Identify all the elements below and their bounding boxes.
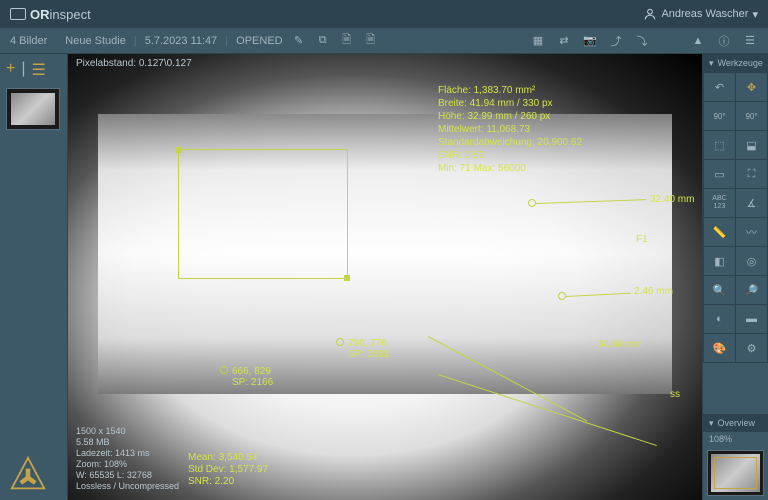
curve-tool[interactable]: 〰	[736, 218, 767, 246]
user-name: Andreas Wascher	[661, 8, 748, 20]
study-name[interactable]: Neue Studie	[65, 35, 126, 47]
add-icon[interactable]: +	[6, 60, 15, 80]
fullscreen-tool[interactable]: ⛶	[736, 160, 767, 188]
measure-point-1[interactable]	[528, 199, 536, 207]
measurement-2[interactable]: 2.46 mm	[634, 286, 673, 297]
overview-header[interactable]: ▾Overview	[703, 414, 768, 432]
user-icon	[643, 7, 657, 21]
edit-icon[interactable]: ✎	[291, 33, 307, 49]
pixel-spacing: Pixelabstand: 0.127\0.127	[76, 58, 192, 69]
rotate-right-tool[interactable]: 90°	[736, 102, 767, 130]
contrast-tool[interactable]: ◐	[704, 305, 735, 333]
doc2-icon[interactable]: 🗎	[363, 33, 379, 49]
move-tool[interactable]: ✥	[736, 73, 767, 101]
probe-2[interactable]: 666, 829SP: 2166	[232, 366, 273, 388]
image-stats: Mean: 3,540.54 Std Dev: 1,577.97 SNR: 2.…	[188, 452, 268, 488]
image-metadata: 1500 x 1540 5.58 MB Ladezeit: 1413 ms Zo…	[76, 426, 179, 492]
right-panel: ▾Werkzeuge ↶ ✥ 90° 90° ⬚ ⬓ ▭ ⛶ ABC123 ∡ …	[702, 54, 768, 500]
import-icon[interactable]: ⤵	[634, 33, 650, 49]
flip-v-tool[interactable]: ⬓	[736, 131, 767, 159]
left-panel: + | ☰	[0, 54, 68, 500]
grid-icon[interactable]: ▦	[530, 33, 546, 49]
flip-h-tool[interactable]: ⬚	[704, 131, 735, 159]
overview-thumbnail[interactable]	[707, 450, 764, 496]
user-menu[interactable]: Andreas Wascher ▾	[643, 7, 758, 21]
doc-icon[interactable]: 🗎	[339, 33, 355, 49]
export-icon[interactable]: ⤴	[608, 33, 624, 49]
roi-handle-tl[interactable]	[176, 147, 182, 153]
up-icon[interactable]: ▲	[690, 33, 706, 49]
label-f1[interactable]: F1	[636, 234, 648, 245]
overview-viewport[interactable]	[714, 457, 757, 489]
probe-point-1[interactable]	[336, 338, 344, 346]
camera-icon[interactable]: 📷	[582, 33, 598, 49]
copy-icon[interactable]: ⧉	[315, 33, 331, 49]
zoom-level: 108%	[703, 432, 768, 446]
info-icon[interactable]: ⓘ	[716, 33, 732, 49]
angle-tool[interactable]: ∡	[736, 189, 767, 217]
chevron-down-icon: ▾	[752, 8, 758, 21]
zoom-in-tool[interactable]: 🔍	[704, 276, 735, 304]
study-status: OPENED	[236, 35, 282, 47]
target-tool[interactable]: ◎	[736, 247, 767, 275]
roi-tool[interactable]: ▭	[704, 160, 735, 188]
logo-icon	[10, 8, 26, 20]
menu-icon[interactable]: ☰	[742, 33, 758, 49]
probe-1[interactable]: 796, 776SP: 3831	[348, 338, 389, 360]
zoom-out-tool[interactable]: 🔎	[736, 276, 767, 304]
logo-suffix: inspect	[50, 7, 91, 22]
palette-tool[interactable]: 🎨	[704, 334, 735, 362]
roi-rectangle[interactable]	[178, 149, 348, 279]
text-tool[interactable]: ABC123	[704, 189, 735, 217]
shuffle-icon[interactable]: ⇄	[556, 33, 572, 49]
measurement-1[interactable]: 32.40 mm	[650, 194, 694, 205]
ruler-tool[interactable]: 📏	[704, 218, 735, 246]
tools-header[interactable]: ▾Werkzeuge	[703, 54, 768, 72]
image-viewer[interactable]: Pixelabstand: 0.127\0.127 Fläche: 1,383.…	[68, 54, 702, 500]
measurement-3[interactable]: 34.60 mm	[598, 339, 642, 350]
undo-tool[interactable]: ↶	[704, 73, 735, 101]
roi-stats: Fläche: 1,383.70 mm² Breite: 41.94 mm / …	[438, 84, 582, 175]
window-tool[interactable]: ▬	[736, 305, 767, 333]
settings-tool[interactable]: ⚙	[736, 334, 767, 362]
eraser-tool[interactable]: ◧	[704, 247, 735, 275]
probe-point-2[interactable]	[220, 366, 228, 374]
radiation-icon	[10, 456, 46, 492]
logo-prefix: OR	[30, 7, 50, 22]
list-icon[interactable]: ☰	[32, 60, 46, 80]
rotate-left-tool[interactable]: 90°	[704, 102, 735, 130]
measurement-4[interactable]: ss	[670, 389, 680, 400]
roi-handle-br[interactable]	[344, 275, 350, 281]
app-logo: ORinspect	[10, 7, 91, 22]
thumbnail-1[interactable]	[6, 88, 60, 130]
study-date: 5.7.2023 11:47	[145, 35, 218, 47]
measure-point-2[interactable]	[558, 292, 566, 300]
image-count: 4 Bilder	[10, 35, 47, 47]
